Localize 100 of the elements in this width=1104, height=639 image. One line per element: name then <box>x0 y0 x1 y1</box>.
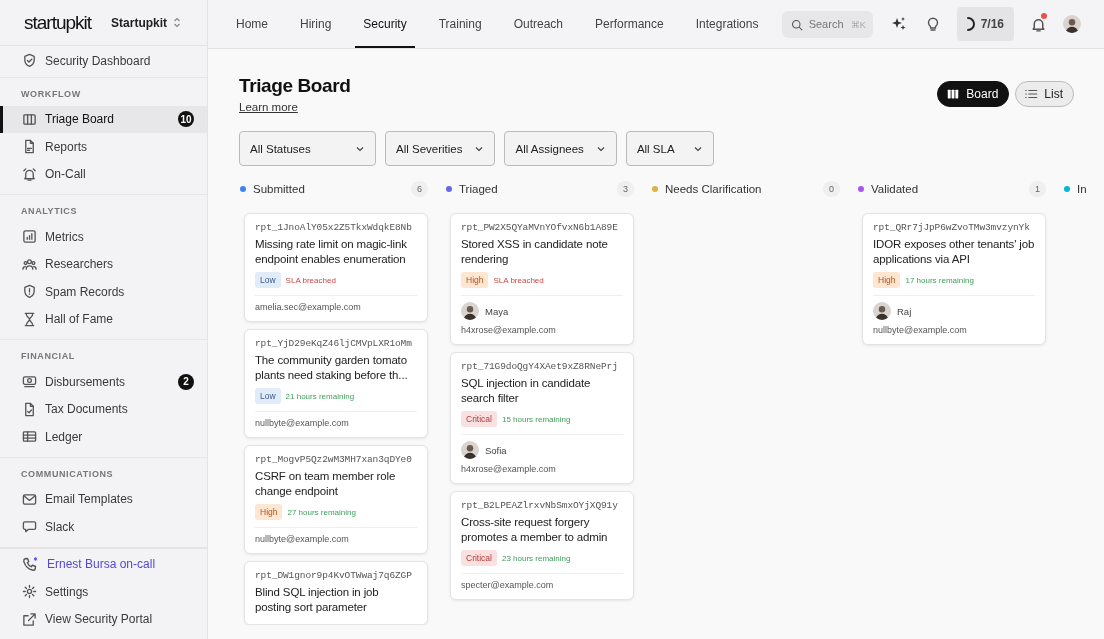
column-title: Triaged <box>459 183 499 195</box>
count-badge: 10 <box>178 111 194 128</box>
sidebar-item[interactable]: On-Call <box>0 160 207 188</box>
severity-tag: High <box>461 272 489 288</box>
report-card[interactable]: rpt_QRr7jJpP6wZvoTMw3mvzynYk IDOR exposes other tenants' job applications via API High 17 hours remaining Raj nullbyte@example.com <box>862 213 1046 345</box>
report-title: IDOR exposes other tenants' job applications via API <box>873 237 1035 267</box>
columns-icon <box>946 87 961 101</box>
avatar-icon <box>873 302 891 320</box>
nav-tab[interactable]: Outreach <box>505 0 571 48</box>
sla-status: 27 hours remaining <box>287 507 356 517</box>
shield-icon <box>22 284 37 300</box>
section-heading: ANALYTICS <box>20 205 79 218</box>
avatar-icon <box>461 441 479 459</box>
severity-tag: High <box>873 272 901 288</box>
shortcut-hint: ⌘K <box>850 19 866 30</box>
sidebar-link[interactable]: Ernest Bursa on-call <box>0 550 207 578</box>
sidebar-item[interactable]: Metrics <box>0 223 207 251</box>
reporter-email: nullbyte@example.com <box>873 325 968 335</box>
search-icon <box>790 18 803 31</box>
sla-status: SLA breached <box>493 275 544 285</box>
sidebar-item[interactable]: Triage Board 10 <box>0 105 207 133</box>
page-title: Triage Board <box>239 75 351 97</box>
reporter-email: nullbyte@example.com <box>255 418 350 428</box>
progress-ring-icon <box>966 17 975 31</box>
report-id: rpt_QRr7jJpP6wZvoTMw3mvzynYk <box>873 222 1031 233</box>
report-card[interactable]: rpt_DW1gnor9p4KvOTWwaj7q6ZGP Blind SQL injection in job posting sort parameter <box>244 561 428 625</box>
report-card[interactable]: rpt_71G9doQgY4XAet9xZ8RNePrj SQL injection in candidate search filter Critical 15 hours remaining Sofia h4xrose@example.com <box>450 352 634 484</box>
avatar-icon <box>1063 15 1081 33</box>
sla-status: 23 hours remaining <box>502 553 571 563</box>
report-card[interactable]: rpt_MogvP5Qz2wM3MH7xan3qDYe0 CSRF on team member role change endpoint High 27 hours remaining nullbyte@example.com <box>244 445 428 554</box>
sidebar-item[interactable]: Slack <box>0 513 207 541</box>
sla-status: 15 hours remaining <box>502 414 571 424</box>
severity-tag: High <box>255 504 283 520</box>
hourglass-icon <box>22 311 37 327</box>
assignee-name: Sofia <box>485 444 507 456</box>
sidebar-item[interactable]: Ledger <box>0 423 207 451</box>
sidebar-link[interactable]: Settings <box>0 578 207 606</box>
sidebar-item[interactable]: Security Dashboard <box>0 47 207 75</box>
settings-icon <box>22 584 37 600</box>
nav-tab[interactable]: Integrations <box>687 0 767 48</box>
sparkle-icon <box>890 16 907 32</box>
sidebar-item[interactable]: Tax Documents <box>0 395 207 423</box>
mail-icon <box>22 491 37 507</box>
progress-button[interactable]: 7/16 <box>956 7 1014 41</box>
report-id: rpt_PW2X5QYaMVnYOfvxN6b1A89E <box>461 222 619 233</box>
nav-tab[interactable]: Performance <box>587 0 672 48</box>
sidebar-item[interactable]: Spam Records <box>0 278 207 306</box>
people-icon <box>22 256 37 272</box>
report-id: rpt_DW1gnor9p4KvOTWwaj7q6ZGP <box>255 570 413 581</box>
filter-dropdown[interactable]: All SLA <box>625 131 714 166</box>
phone-icon <box>22 555 39 573</box>
severity-tag: Critical <box>461 550 497 566</box>
reporter-email: h4xrose@example.com <box>461 464 557 474</box>
chevron-icon <box>173 17 182 28</box>
external-link-icon <box>22 611 37 627</box>
sla-status: SLA breached <box>285 275 336 285</box>
bar-chart-icon <box>22 229 37 245</box>
severity-tag: Critical <box>461 411 497 427</box>
sla-status: 17 hours remaining <box>905 275 974 285</box>
report-card[interactable]: rpt_YjD29eKqZ46ljCMVpLXR1oMm The community garden tomato plants need staking before th... Low 21 hours remaining nullbyte@example.com <box>244 329 428 438</box>
filter-dropdown[interactable]: All Severities <box>385 131 496 166</box>
nav-tab[interactable]: Home <box>228 0 276 48</box>
workspace-switcher[interactable]: Startupkit <box>111 15 182 30</box>
count-badge: 3 <box>617 181 634 197</box>
sidebar-item[interactable]: Researchers <box>0 250 207 278</box>
report-id: rpt_1JnoAlY05x2Z5TkxWdqkE8Nb <box>255 222 413 233</box>
reporter-email: h4xrose@example.com <box>461 325 557 335</box>
report-card[interactable]: rpt_1JnoAlY05x2Z5TkxWdqkE8Nb Missing rate limit on magic-link endpoint enables enumeration Low SLA breached amelia.sec@example.com <box>244 213 428 322</box>
reporter-email: amelia.sec@example.com <box>255 302 362 312</box>
nav-tab[interactable]: Training <box>430 0 490 48</box>
report-card[interactable]: rpt_PW2X5QYaMVnYOfvxN6b1A89E Stored XSS in candidate note rendering High SLA breached Maya h4xrose@example.com <box>450 213 634 345</box>
view-toggle[interactable]: List <box>1015 81 1074 107</box>
section-heading: FINANCIAL <box>20 350 76 363</box>
learn-more-link[interactable]: Learn more <box>239 101 298 113</box>
alarm-icon <box>22 166 37 182</box>
document-icon <box>22 401 37 417</box>
assignee-name: Maya <box>485 305 509 317</box>
sidebar-item[interactable]: Email Templates <box>0 485 207 513</box>
count-badge: 2 <box>178 373 194 390</box>
sidebar-item[interactable]: Reports <box>0 133 207 161</box>
column-title: In <box>1077 183 1088 195</box>
sidebar-item[interactable]: Hall of Fame <box>0 305 207 333</box>
chat-icon <box>22 519 37 535</box>
report-title: Blind SQL injection in job posting sort parameter <box>255 585 380 615</box>
severity-tag: Low <box>255 388 281 404</box>
filter-dropdown[interactable]: All Statuses <box>239 131 376 166</box>
count-badge: 0 <box>823 181 840 197</box>
assignee-name: Raj <box>897 305 912 317</box>
sidebar-link[interactable]: View Security Portal <box>0 605 207 633</box>
sidebar-item[interactable]: Disbursements 2 <box>0 368 207 396</box>
report-id: rpt_71G9doQgY4XAet9xZ8RNePrj <box>461 361 619 372</box>
count-badge: 6 <box>411 181 428 197</box>
filter-dropdown[interactable]: All Assignees <box>504 131 617 166</box>
nav-tab[interactable]: Security <box>355 0 415 48</box>
view-toggle[interactable]: Board <box>937 81 1010 107</box>
column-title: Validated <box>871 183 920 195</box>
nav-tab[interactable]: Hiring <box>292 0 340 48</box>
report-card[interactable]: rpt_B2LPEAZlrxvNbSmxOYjXQ91y Cross-site request forgery promotes a member to admin Critical 23 hours remaining specter@example.com <box>450 491 634 600</box>
table-icon <box>22 429 37 445</box>
column-title: Needs Clarification <box>665 183 763 195</box>
